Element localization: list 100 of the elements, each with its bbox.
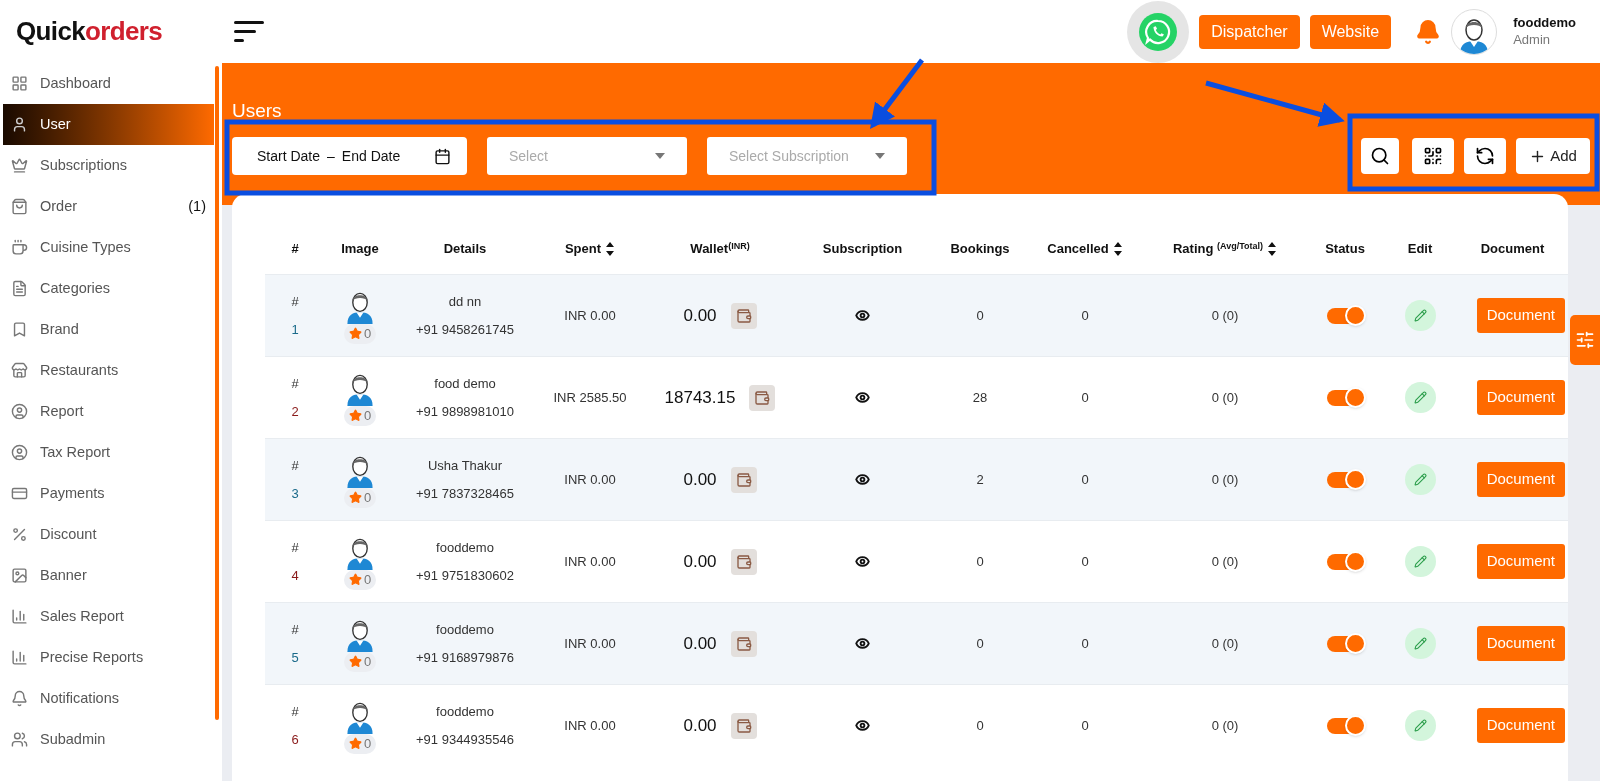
- sidebar-item[interactable]: Order (1): [3, 186, 214, 227]
- cancelled-cell-text: 0: [1081, 470, 1089, 489]
- row-number: 5: [291, 648, 299, 667]
- wallet-amount: 18743.15: [664, 386, 736, 409]
- sidebar-item[interactable]: Discount: [3, 514, 214, 555]
- star-icon: [348, 409, 362, 422]
- wallet-button[interactable]: [730, 548, 757, 575]
- sidebar-item[interactable]: Categories: [3, 268, 214, 309]
- user-name-cell-text: dd nn: [448, 293, 482, 311]
- add-button[interactable]: Add: [1516, 138, 1590, 174]
- user-icon: [11, 116, 28, 133]
- wallet-icon: [754, 389, 771, 406]
- sidebar-item[interactable]: User: [3, 104, 214, 145]
- row-number: 1: [291, 320, 299, 339]
- status-toggle[interactable]: [1327, 471, 1363, 488]
- sidebar-item[interactable]: Dashboard: [3, 63, 214, 104]
- wallet-button[interactable]: [730, 712, 757, 739]
- bookmark-icon: [11, 321, 28, 338]
- rating-cell-text: 0 (0): [1211, 552, 1239, 571]
- filter-tab-button[interactable]: [1570, 315, 1600, 365]
- phone-cell-text: +91 9751830602: [416, 566, 514, 585]
- view-icon[interactable]: [855, 390, 870, 405]
- star-icon: [348, 655, 362, 668]
- sort-icon[interactable]: [1112, 241, 1123, 257]
- pencil-icon: [1413, 719, 1427, 732]
- edit-button[interactable]: [1404, 628, 1436, 659]
- sidebar-item[interactable]: Subadmin: [3, 719, 214, 760]
- phone-cell-text: +91 9344935546: [416, 730, 514, 749]
- view-icon[interactable]: [855, 308, 870, 323]
- status-toggle[interactable]: [1327, 717, 1363, 734]
- sidebar-item[interactable]: Notifications: [3, 678, 214, 719]
- view-icon[interactable]: [855, 718, 870, 733]
- user-name-cell-text: fooddemo: [436, 539, 494, 557]
- wallet-icon: [735, 635, 752, 652]
- wallet-button[interactable]: [730, 466, 757, 493]
- bookings-cell-text: 0: [976, 306, 984, 325]
- rating-cell-text: 0 (0): [1211, 470, 1239, 489]
- view-icon[interactable]: [855, 472, 870, 487]
- edit-button[interactable]: [1404, 300, 1436, 331]
- scrollbar[interactable]: [215, 66, 219, 720]
- wallet-icon: [735, 553, 752, 570]
- date-range-field[interactable]: Start Date – End Date: [232, 137, 467, 175]
- wallet-button[interactable]: [730, 302, 757, 329]
- edit-button[interactable]: [1404, 382, 1436, 413]
- search-icon: [1370, 146, 1390, 166]
- sidebar-item[interactable]: Tax Report: [3, 432, 214, 473]
- sidebar-item[interactable]: Brand: [3, 309, 214, 350]
- document-icon: [11, 280, 28, 297]
- status-toggle[interactable]: [1327, 307, 1363, 324]
- phone-cell-text: +91 9898981010: [416, 402, 514, 421]
- status-toggle[interactable]: [1327, 389, 1363, 406]
- status-toggle[interactable]: [1327, 553, 1363, 570]
- row-hash: #: [291, 539, 299, 557]
- sidebar-item[interactable]: Report: [3, 391, 214, 432]
- phone-cell-text: +91 7837328465: [416, 484, 514, 503]
- sidebar-item[interactable]: Restaurants: [3, 350, 214, 391]
- sort-icon[interactable]: [1267, 241, 1278, 257]
- wallet-amount: 0.00: [683, 468, 717, 491]
- view-icon[interactable]: [855, 636, 870, 651]
- sort-icon[interactable]: [605, 241, 616, 257]
- search-button[interactable]: [1361, 138, 1399, 174]
- table-row[interactable]: # 3 0 Usha Thakur +91 7837328465 INR 0.00 0.00 2 0 0 (0) Document: [265, 438, 1568, 520]
- sidebar-item[interactable]: Precise Reports: [3, 637, 214, 678]
- spent-cell-text: INR 0.00: [564, 306, 616, 325]
- spent-cell-text: INR 0.00: [564, 634, 616, 653]
- column-header: Wallet$^{(INR)}$: [690, 239, 750, 259]
- status-toggle[interactable]: [1327, 635, 1363, 652]
- sidebar-item[interactable]: Cuisine Types: [3, 227, 214, 268]
- edit-button[interactable]: [1404, 546, 1436, 577]
- column-header: Image: [341, 240, 379, 259]
- rating-badge: 0: [343, 733, 377, 754]
- sidebar-item[interactable]: Payments: [3, 473, 214, 514]
- table-row[interactable]: # 5 0 fooddemo +91 9168979876 INR 0.00 0.00 0 0 0 (0) Document: [265, 602, 1568, 684]
- phone-cell-text: +91 9168979876: [416, 648, 514, 667]
- spent-cell-text: INR 0.00: [564, 716, 616, 735]
- user-circle-icon: [11, 403, 28, 420]
- sidebar-item[interactable]: Banner: [3, 555, 214, 596]
- sidebar-item[interactable]: Subscriptions: [3, 145, 214, 186]
- column-header: Details: [443, 240, 487, 259]
- qr-button[interactable]: [1412, 138, 1454, 174]
- view-icon[interactable]: [855, 554, 870, 569]
- rating-badge: 0: [343, 323, 377, 344]
- bag-icon: [11, 198, 28, 215]
- spent-cell-text: INR 2585.50: [553, 388, 627, 407]
- wallet-button[interactable]: [730, 630, 757, 657]
- phone-cell-text: +91 9458261745: [416, 320, 514, 339]
- dropdown-icon: [655, 153, 665, 159]
- table-row[interactable]: # 1 0 dd nn +91 9458261745 INR 0.00 0.00 0 0 0 (0) Document: [265, 274, 1568, 356]
- chart-icon: [11, 608, 28, 625]
- column-header: #: [291, 240, 299, 259]
- bell-icon[interactable]: [1415, 17, 1442, 46]
- export-button[interactable]: [1464, 138, 1506, 174]
- menu-icon[interactable]: [234, 19, 266, 44]
- sidebar-item[interactable]: Sales Report: [3, 596, 214, 637]
- rating-badge: 0: [343, 651, 377, 672]
- edit-button[interactable]: [1404, 710, 1436, 741]
- crown-icon: [11, 157, 28, 174]
- rating-badge: 0: [343, 487, 377, 508]
- wallet-button[interactable]: [749, 384, 776, 411]
- edit-button[interactable]: [1404, 464, 1436, 495]
